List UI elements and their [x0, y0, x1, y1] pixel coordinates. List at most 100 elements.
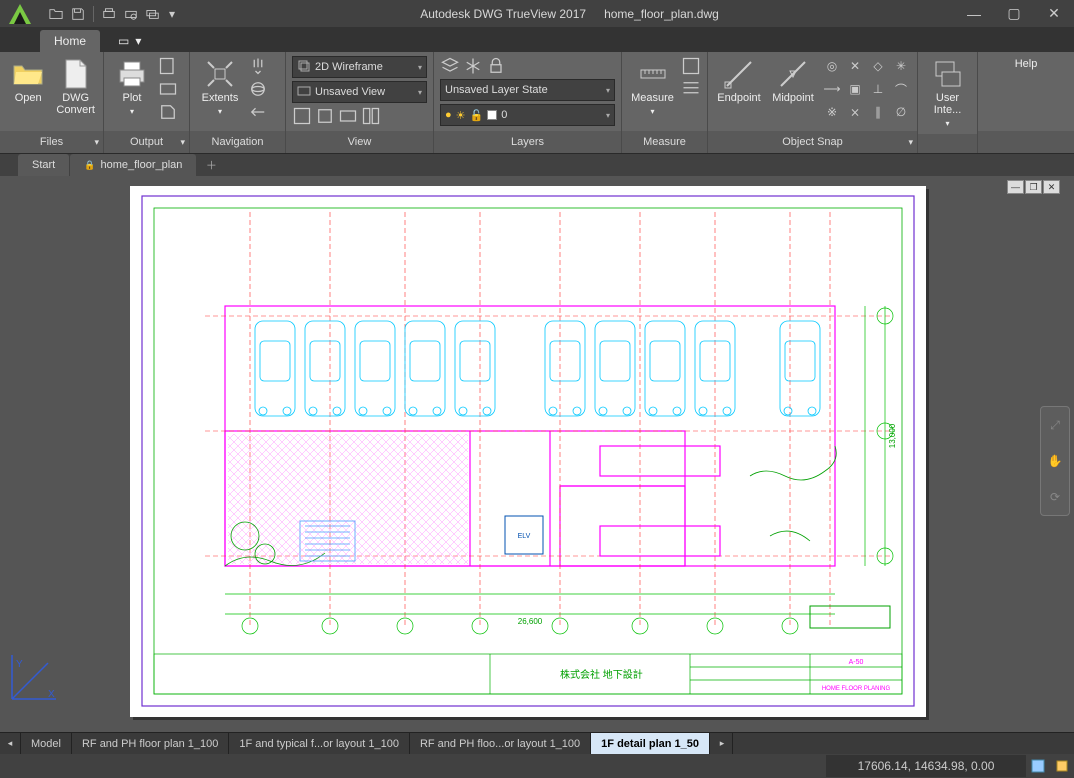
save-icon[interactable]	[68, 4, 88, 24]
dwg-convert-button[interactable]: DWG Convert	[54, 56, 97, 116]
osnap-center-icon[interactable]: ◎	[822, 56, 842, 76]
orbit-nav-icon[interactable]: ⟳	[1050, 490, 1060, 504]
canvas[interactable]: — ❐ ✕	[0, 176, 1074, 732]
coordinates[interactable]: 17606.14, 14634.98, 0.00	[826, 755, 1026, 777]
osnap-int-icon[interactable]: ✳	[891, 56, 911, 76]
osnap-near-icon[interactable]: ※	[822, 102, 842, 122]
layer-combo[interactable]: ● ☀ 🔓 0▾	[440, 104, 615, 126]
document-tabs: Start 🔒home_floor_plan ＋	[0, 154, 1074, 176]
view-tool-1-icon[interactable]	[292, 106, 312, 126]
bulb-on-icon: ●	[445, 109, 452, 121]
panel-title-view: View	[286, 131, 433, 153]
wireframe-icon	[297, 59, 311, 76]
osnap-par-icon[interactable]: ∥	[868, 102, 888, 122]
help-button[interactable]: Help	[1006, 56, 1046, 70]
midpoint-button[interactable]: Midpoint	[768, 56, 818, 104]
plot-button[interactable]: Plot▾	[110, 56, 154, 118]
layout-scroll-right[interactable]: ▸	[712, 733, 733, 754]
osnap-perp-icon[interactable]: ⊥	[868, 79, 888, 99]
status-paper-icon[interactable]	[1026, 754, 1050, 778]
zoom-prev-icon[interactable]	[248, 102, 268, 122]
file-name: home_floor_plan.dwg	[604, 7, 719, 21]
qat-dropdown-icon[interactable]: ▾	[165, 4, 179, 24]
maximize-button[interactable]: ▢	[994, 0, 1034, 27]
nav-bar[interactable]: ⤢ ✋ ⟳	[1040, 406, 1070, 516]
layout-tab-active[interactable]: 1F detail plan 1_50	[591, 733, 710, 754]
plot-preview-icon[interactable]	[121, 4, 141, 24]
osnap-quad-icon[interactable]: ◇	[868, 56, 888, 76]
svg-text:X: X	[48, 689, 55, 700]
pan-icon[interactable]	[248, 56, 268, 76]
lock-icon: 🔒	[84, 160, 95, 171]
osnap-none-icon[interactable]: ∅	[891, 102, 911, 122]
osnap-node-icon[interactable]: ✕	[845, 56, 865, 76]
extents-icon	[204, 58, 236, 90]
plot-icon[interactable]	[99, 4, 119, 24]
ribbon-tabs: Home ▭▾	[0, 27, 1074, 52]
view-tool-2-icon[interactable]	[315, 106, 335, 126]
orbit-icon[interactable]	[248, 79, 268, 99]
endpoint-button[interactable]: Endpoint	[714, 56, 764, 104]
tab-home[interactable]: Home	[40, 30, 100, 52]
layout-tab-model[interactable]: Model	[21, 733, 72, 754]
osnap-appint-icon[interactable]: ⨯	[845, 102, 865, 122]
measure-button[interactable]: Measure▾	[628, 56, 677, 118]
status-scale-icon[interactable]	[1050, 754, 1074, 778]
layer-props-icon[interactable]	[440, 56, 460, 76]
svg-text:HOME FLOOR PLANING: HOME FLOOR PLANING	[822, 686, 891, 692]
view-icon	[297, 84, 311, 101]
layer-freeze-icon[interactable]	[463, 56, 483, 76]
osnap-tan-icon[interactable]: ⌒	[891, 79, 911, 99]
layout-tab-2[interactable]: 1F and typical f...or layout 1_100	[229, 733, 410, 754]
close-button[interactable]: ✕	[1034, 0, 1074, 27]
list-icon[interactable]	[681, 79, 701, 99]
doc-tab-file[interactable]: 🔒home_floor_plan	[70, 154, 196, 176]
view-tool-3-icon[interactable]	[338, 106, 358, 126]
svg-text:A-50: A-50	[849, 659, 864, 666]
panel-title-osnap[interactable]: Object Snap▾	[708, 131, 917, 153]
plot-preview-small-icon[interactable]	[158, 79, 178, 99]
view-tool-4-icon[interactable]	[361, 106, 381, 126]
panel-ui: User Inte...▾	[918, 52, 978, 153]
osnap-ins-icon[interactable]: ▣	[845, 79, 865, 99]
panel-help: Help	[978, 52, 1074, 153]
page-setup-icon[interactable]	[158, 56, 178, 76]
layer-state-combo[interactable]: Unsaved Layer State▾	[440, 79, 615, 101]
open-icon[interactable]	[46, 4, 66, 24]
doc-restore-button[interactable]: ❐	[1025, 180, 1042, 194]
panel-title-output[interactable]: Output▾	[104, 131, 189, 153]
panel-view: 2D Wireframe▾ Unsaved View▾ View	[286, 52, 434, 153]
layer-color-swatch	[487, 110, 497, 120]
svg-text:ELV: ELV	[518, 533, 531, 540]
tab-addin[interactable]: ▭▾	[104, 30, 155, 52]
ui-icon	[932, 58, 964, 90]
status-bar: 17606.14, 14634.98, 0.00	[0, 754, 1074, 778]
doc-close-button[interactable]: ✕	[1043, 180, 1060, 194]
batch-plot-icon[interactable]	[143, 4, 163, 24]
extents-button[interactable]: Extents▾	[196, 56, 244, 118]
layer-lock-icon[interactable]	[486, 56, 506, 76]
visual-style-combo[interactable]: 2D Wireframe▾	[292, 56, 427, 78]
app-name: Autodesk DWG TrueView 2017	[420, 7, 586, 21]
open-button[interactable]: Open	[6, 56, 50, 104]
app-logo[interactable]	[0, 0, 40, 27]
area-icon[interactable]	[681, 56, 701, 76]
zoom-extents-nav-icon[interactable]: ⤢	[1050, 418, 1060, 433]
doc-tab-start[interactable]: Start	[18, 154, 69, 176]
layout-tab-3[interactable]: RF and PH floo...or layout 1_100	[410, 733, 591, 754]
minimize-button[interactable]: —	[954, 0, 994, 27]
panel-layers: Unsaved Layer State▾ ● ☀ 🔓 0▾ Layers	[434, 52, 622, 153]
panel-title-navigation: Navigation	[190, 131, 285, 153]
layout-tab-1[interactable]: RF and PH floor plan 1_100	[72, 733, 229, 754]
export-icon[interactable]	[158, 102, 178, 122]
pan-nav-icon[interactable]: ✋	[1048, 454, 1063, 468]
quick-access-toolbar: ▾	[40, 0, 185, 27]
ui-button[interactable]: User Inte...▾	[924, 56, 971, 130]
osnap-ext-icon[interactable]: ⟶	[822, 79, 842, 99]
doc-min-button[interactable]: —	[1007, 180, 1024, 194]
layout-scroll-left[interactable]: ◂	[0, 733, 21, 754]
named-view-combo[interactable]: Unsaved View▾	[292, 81, 427, 103]
panel-title-files[interactable]: Files▾	[0, 131, 103, 153]
panel-files: Open DWG Convert Files▾	[0, 52, 104, 153]
doc-tab-add[interactable]: ＋	[197, 154, 225, 176]
